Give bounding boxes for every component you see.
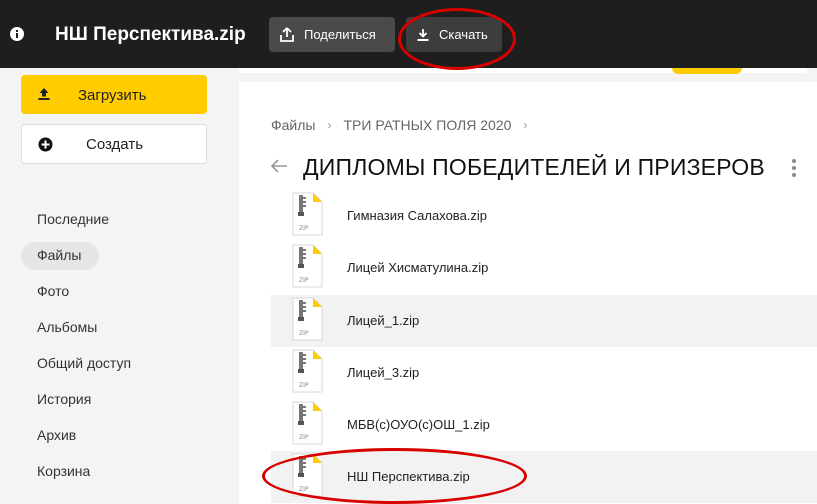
file-row[interactable]: ZIP МБВ(с)ОУО(с)ОШ_1.zip bbox=[271, 399, 817, 451]
file-row[interactable]: ZIP Гимназия Салахова.zip bbox=[271, 190, 817, 242]
back-arrow-icon[interactable] bbox=[270, 158, 288, 174]
zip-label: ZIP bbox=[299, 382, 309, 389]
file-name: Гимназия Салахова.zip bbox=[347, 208, 488, 223]
file-row[interactable]: ZIP НШ Перспектива.zip bbox=[271, 451, 817, 503]
sidebar-item-shared[interactable]: Общий доступ bbox=[37, 355, 131, 371]
document-title: НШ Перспектива.zip bbox=[55, 24, 246, 45]
file-row[interactable]: ZIP Лицей_3.zip bbox=[271, 347, 817, 399]
zip-file-icon: ZIP bbox=[292, 192, 323, 236]
chevron-right-icon: › bbox=[327, 118, 332, 132]
zip-label: ZIP bbox=[299, 434, 309, 441]
zip-file-icon: ZIP bbox=[292, 401, 323, 445]
upload-button-label: Загрузить bbox=[78, 87, 147, 104]
sidebar-item-photos[interactable]: Фото bbox=[37, 283, 69, 299]
zip-label: ZIP bbox=[299, 486, 309, 493]
share-button[interactable]: Поделиться bbox=[269, 17, 395, 52]
folder-title: ДИПЛОМЫ ПОБЕДИТЕЛЕЙ И ПРИЗЕРОВ bbox=[303, 154, 765, 180]
sidebar-item-archive[interactable]: Архив bbox=[37, 427, 76, 443]
zip-label: ZIP bbox=[299, 225, 309, 232]
create-button-label: Создать bbox=[86, 136, 144, 153]
zip-file-icon: ZIP bbox=[292, 244, 323, 288]
download-button[interactable]: Скачать bbox=[406, 17, 502, 52]
file-name: Лицей_1.zip bbox=[347, 313, 420, 328]
chevron-right-icon: › bbox=[523, 118, 528, 132]
file-name: НШ Перспектива.zip bbox=[347, 469, 470, 484]
breadcrumb: Файлы › ТРИ РАТНЫХ ПОЛЯ 2020 › bbox=[271, 117, 539, 133]
sidebar-item-history[interactable]: История bbox=[37, 391, 91, 407]
upload-icon bbox=[38, 88, 50, 100]
breadcrumb-item-files[interactable]: Файлы bbox=[271, 117, 315, 133]
create-button[interactable]: Создать bbox=[21, 124, 207, 164]
file-name: МБВ(с)ОУО(с)ОШ_1.zip bbox=[347, 417, 490, 432]
zip-file-icon: ZIP bbox=[292, 297, 323, 341]
upload-button[interactable]: Загрузить bbox=[21, 75, 207, 114]
zip-file-icon: ZIP bbox=[292, 453, 323, 497]
zip-file-icon: ZIP bbox=[292, 349, 323, 393]
more-vertical-icon[interactable] bbox=[791, 158, 797, 178]
share-icon bbox=[280, 26, 294, 42]
promo-tab bbox=[672, 68, 742, 74]
plus-circle-icon bbox=[38, 137, 53, 152]
top-bar: НШ Перспектива.zip Поделиться Скачать bbox=[0, 0, 817, 68]
zip-label: ZIP bbox=[299, 277, 309, 284]
download-button-label: Скачать bbox=[439, 27, 488, 42]
file-row[interactable]: ZIP Лицей_1.zip bbox=[271, 295, 817, 347]
file-name: Лицей Хисматулина.zip bbox=[347, 260, 489, 275]
sidebar-item-trash[interactable]: Корзина bbox=[37, 463, 90, 479]
sidebar-item-recent[interactable]: Последние bbox=[37, 211, 109, 227]
sidebar-item-files[interactable]: Файлы bbox=[37, 247, 81, 263]
file-row[interactable]: ZIP Лицей Хисматулина.zip bbox=[271, 242, 817, 294]
file-name: Лицей_3.zip bbox=[347, 365, 420, 380]
zip-label: ZIP bbox=[299, 330, 309, 337]
download-icon bbox=[417, 28, 429, 41]
info-icon[interactable] bbox=[9, 26, 25, 42]
breadcrumb-item-folder[interactable]: ТРИ РАТНЫХ ПОЛЯ 2020 bbox=[343, 117, 511, 133]
sidebar-item-albums[interactable]: Альбомы bbox=[37, 319, 97, 335]
share-button-label: Поделиться bbox=[304, 27, 376, 42]
